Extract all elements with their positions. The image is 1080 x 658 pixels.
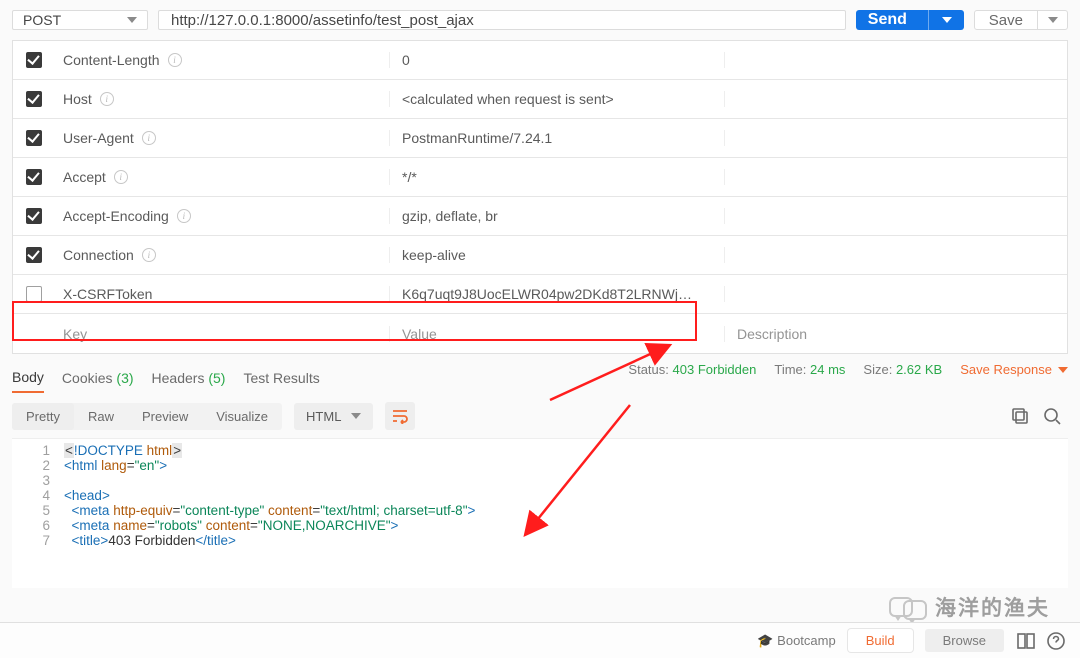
header-value[interactable]: <calculated when request is sent> xyxy=(390,91,725,107)
search-icon[interactable] xyxy=(1042,406,1062,426)
tab-test-results[interactable]: Test Results xyxy=(243,364,319,392)
time-value: 24 ms xyxy=(810,362,845,377)
header-key[interactable]: Accept i xyxy=(55,169,390,185)
header-row[interactable]: X-CSRFToken K6q7uqt9J8UocELWR04pw2DKd8T2… xyxy=(13,275,1067,314)
checkbox[interactable] xyxy=(26,247,42,263)
header-key-placeholder[interactable]: Key xyxy=(55,326,390,342)
response-tabs: Body Cookies (3) Headers (5) Test Result… xyxy=(0,354,1080,394)
response-view-bar: Pretty Raw Preview Visualize HTML xyxy=(0,394,1080,438)
chevron-down-icon xyxy=(351,413,361,419)
copy-icon[interactable] xyxy=(1010,406,1030,426)
url-value: http://127.0.0.1:8000/assetinfo/test_pos… xyxy=(171,12,474,29)
chevron-down-icon xyxy=(127,17,137,23)
header-key[interactable]: User-Agent i xyxy=(55,130,390,146)
save-response-button[interactable]: Save Response xyxy=(960,362,1068,377)
header-key[interactable]: X-CSRFToken xyxy=(55,286,390,302)
save-dropdown[interactable] xyxy=(1037,11,1067,29)
format-label: HTML xyxy=(306,409,341,424)
checkbox[interactable] xyxy=(26,208,42,224)
info-icon[interactable]: i xyxy=(142,248,156,262)
header-value[interactable]: */* xyxy=(390,169,725,185)
checkbox[interactable] xyxy=(26,169,42,185)
header-value-placeholder[interactable]: Value xyxy=(390,326,725,342)
tab-headers[interactable]: Headers (5) xyxy=(152,364,226,392)
send-label: Send xyxy=(868,11,907,29)
browse-button[interactable]: Browse xyxy=(925,629,1004,652)
wrap-lines-button[interactable] xyxy=(385,402,415,430)
response-body[interactable]: 1<!DOCTYPE html>2<html lang="en">34<head… xyxy=(12,438,1068,588)
header-row[interactable]: Content-Length i 0 xyxy=(13,41,1067,80)
checkbox[interactable] xyxy=(26,91,42,107)
code-line: 7 <title>403 Forbidden</title> xyxy=(24,533,1056,548)
view-mode-group: Pretty Raw Preview Visualize xyxy=(12,403,282,430)
headers-table: Content-Length i 0 Host i <calculated wh… xyxy=(12,40,1068,354)
response-meta: Status: 403 Forbidden Time: 24 ms Size: … xyxy=(628,362,1068,377)
info-icon[interactable]: i xyxy=(177,209,191,223)
method-select[interactable]: POST xyxy=(12,10,148,30)
bootcamp-link[interactable]: 🎓 Bootcamp xyxy=(757,633,835,649)
save-button[interactable]: Save xyxy=(974,10,1068,30)
header-key[interactable]: Content-Length i xyxy=(55,52,390,68)
checkbox[interactable] xyxy=(26,130,42,146)
request-bar: POST http://127.0.0.1:8000/assetinfo/tes… xyxy=(0,0,1080,40)
checkbox[interactable] xyxy=(26,52,42,68)
code-line: 3 xyxy=(24,473,1056,488)
info-icon[interactable]: i xyxy=(142,131,156,145)
view-visualize[interactable]: Visualize xyxy=(202,403,282,430)
size-value: 2.62 KB xyxy=(896,362,942,377)
code-line: 6 <meta name="robots" content="NONE,NOAR… xyxy=(24,518,1056,533)
view-preview[interactable]: Preview xyxy=(128,403,202,430)
header-row[interactable]: User-Agent i PostmanRuntime/7.24.1 xyxy=(13,119,1067,158)
footer-bar: 🎓 Bootcamp Build Browse xyxy=(0,622,1080,658)
watermark: 海洋的渔夫 xyxy=(889,592,1050,622)
header-row[interactable]: Accept i */* xyxy=(13,158,1067,197)
header-row-new[interactable]: Key Value Description xyxy=(13,314,1067,353)
chevron-down-icon[interactable] xyxy=(942,17,952,23)
header-row[interactable]: Host i <calculated when request is sent> xyxy=(13,80,1067,119)
header-value[interactable]: K6q7uqt9J8UocELWR04pw2DKd8T2LRNWj… xyxy=(390,286,725,302)
header-value[interactable]: gzip, deflate, br xyxy=(390,208,725,224)
code-line: 5 <meta http-equiv="content-type" conten… xyxy=(24,503,1056,518)
tab-body[interactable]: Body xyxy=(12,363,44,393)
format-select[interactable]: HTML xyxy=(294,403,373,430)
code-line: 2<html lang="en"> xyxy=(24,458,1056,473)
header-value[interactable]: 0 xyxy=(390,52,725,68)
view-pretty[interactable]: Pretty xyxy=(12,403,74,430)
header-key[interactable]: Connection i xyxy=(55,247,390,263)
build-button[interactable]: Build xyxy=(848,629,913,652)
header-key[interactable]: Host i xyxy=(55,91,390,107)
status-value: 403 Forbidden xyxy=(673,362,757,377)
panel-layout-icon[interactable] xyxy=(1016,631,1036,651)
header-description-placeholder[interactable]: Description xyxy=(725,326,1067,342)
header-value[interactable]: keep-alive xyxy=(390,247,725,263)
send-button[interactable]: Send xyxy=(856,10,964,30)
info-icon[interactable]: i xyxy=(100,92,114,106)
help-icon[interactable] xyxy=(1046,631,1066,651)
checkbox[interactable] xyxy=(26,286,42,302)
save-label: Save xyxy=(975,12,1037,29)
info-icon[interactable]: i xyxy=(114,170,128,184)
url-input[interactable]: http://127.0.0.1:8000/assetinfo/test_pos… xyxy=(158,10,846,30)
header-value[interactable]: PostmanRuntime/7.24.1 xyxy=(390,130,725,146)
info-icon[interactable]: i xyxy=(168,53,182,67)
header-key[interactable]: Accept-Encoding i xyxy=(55,208,390,224)
chevron-down-icon xyxy=(1048,17,1058,23)
code-line: 1<!DOCTYPE html> xyxy=(24,443,1056,458)
method-value: POST xyxy=(23,12,61,28)
code-line: 4<head> xyxy=(24,488,1056,503)
header-row[interactable]: Accept-Encoding i gzip, deflate, br xyxy=(13,197,1067,236)
header-row[interactable]: Connection i keep-alive xyxy=(13,236,1067,275)
tab-cookies[interactable]: Cookies (3) xyxy=(62,364,134,392)
chevron-down-icon xyxy=(1058,367,1068,373)
view-raw[interactable]: Raw xyxy=(74,403,128,430)
